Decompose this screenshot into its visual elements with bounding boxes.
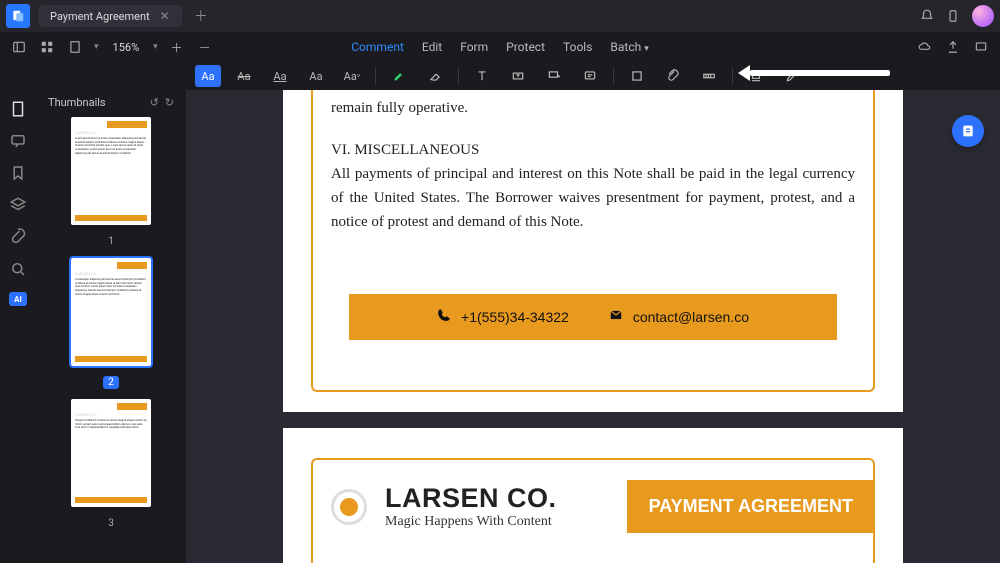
thumbnails-icon[interactable] xyxy=(9,100,27,118)
help-fab[interactable] xyxy=(952,115,984,147)
grid-view-icon[interactable] xyxy=(38,38,56,56)
phone-number: +1(555)34-34322 xyxy=(461,306,569,328)
phone-icon xyxy=(437,306,451,328)
thumb-label: 1 xyxy=(108,236,114,247)
clip-icon[interactable] xyxy=(9,228,27,246)
signature-tool[interactable] xyxy=(779,65,805,87)
avatar[interactable] xyxy=(972,5,994,27)
bell-icon[interactable] xyxy=(916,5,938,27)
title-badge: PAYMENT AGREEMENT xyxy=(627,480,875,533)
page-3: LARSEN CO. Magic Happens With Content PA… xyxy=(283,428,903,563)
contact-footer: +1(555)34-34322 contact@larsen.co xyxy=(349,294,837,340)
thumbnail-panel: Thumbnails ↺ ↻ LARSEN CO.Lorem ipsum dol… xyxy=(36,90,186,563)
app-logo[interactable] xyxy=(6,4,30,28)
company-name: LARSEN CO. xyxy=(385,483,557,514)
note-tool[interactable] xyxy=(577,65,603,87)
eraser-tool[interactable] xyxy=(422,65,448,87)
new-tab-button[interactable]: ＋ xyxy=(194,6,208,26)
main-area: AI Thumbnails ↺ ↻ LARSEN CO.Lorem ipsum … xyxy=(0,90,1000,563)
thumbnails-title: Thumbnails xyxy=(48,96,106,109)
comments-icon[interactable] xyxy=(9,132,27,150)
menu-comment[interactable]: Comment xyxy=(351,40,404,54)
divider xyxy=(375,68,376,84)
mail-icon xyxy=(609,306,623,328)
text-tool[interactable] xyxy=(469,65,495,87)
divider xyxy=(732,68,733,84)
thumb-label: 2 xyxy=(103,376,119,389)
menu-edit[interactable]: Edit xyxy=(422,40,442,54)
cloud-icon[interactable] xyxy=(916,38,934,56)
highlight-tool[interactable]: Aa xyxy=(195,65,221,87)
caret-tool[interactable]: Aa˅ xyxy=(339,65,365,87)
layers-icon[interactable] xyxy=(9,196,27,214)
logo-icon xyxy=(331,489,367,525)
menubar: ▾ 156% ▾ ＋ － Comment Edit Form Protect T… xyxy=(0,32,1000,62)
close-tab-icon[interactable]: ✕ xyxy=(160,9,170,23)
marker-tool[interactable] xyxy=(386,65,412,87)
callout-arrow xyxy=(750,70,890,76)
menu-form[interactable]: Form xyxy=(460,40,488,54)
menu-protect[interactable]: Protect xyxy=(506,40,545,54)
menu-tools[interactable]: Tools xyxy=(563,40,592,54)
thumbnail-3[interactable]: LARSEN CO.Tempor incididunt ut labore et… xyxy=(48,399,174,530)
rotate-cw-icon[interactable]: ↻ xyxy=(165,96,174,109)
callout-tool[interactable] xyxy=(541,65,567,87)
page-fit-icon[interactable] xyxy=(66,38,84,56)
attachment-tool[interactable] xyxy=(660,65,686,87)
dropdown-icon[interactable]: ▾ xyxy=(153,42,158,52)
share-icon[interactable] xyxy=(944,38,962,56)
page-2: remain fully operative. VI. MISCELLANEOU… xyxy=(283,90,903,412)
bookmark-icon[interactable] xyxy=(9,164,27,182)
divider xyxy=(458,68,459,84)
phone-icon[interactable] xyxy=(942,5,964,27)
body-text: remain fully operative. xyxy=(331,96,855,120)
zoom-value: 156% xyxy=(113,41,140,54)
tab-title: Payment Agreement xyxy=(50,10,150,23)
left-rail: AI xyxy=(0,90,36,563)
shape-tool[interactable] xyxy=(624,65,650,87)
zoom-in-button[interactable]: ＋ xyxy=(168,38,186,56)
document-viewer[interactable]: remain fully operative. VI. MISCELLANEOU… xyxy=(186,90,1000,563)
divider xyxy=(613,68,614,84)
zoom-out-button[interactable]: － xyxy=(196,38,214,56)
underline-tool[interactable]: Aa xyxy=(267,65,293,87)
company-tagline: Magic Happens With Content xyxy=(385,514,557,530)
thumbnail-1[interactable]: LARSEN CO.Lorem ipsum dolor sit amet con… xyxy=(48,117,174,248)
search-icon[interactable] xyxy=(9,260,27,278)
squiggly-tool[interactable]: Aa xyxy=(303,65,329,87)
dropdown-icon[interactable]: ▾ xyxy=(94,42,99,52)
toggle-panel-icon[interactable] xyxy=(10,38,28,56)
section-heading: VI. MISCELLANEOUS xyxy=(331,138,855,162)
menu-batch[interactable]: Batch ▾ xyxy=(610,40,648,54)
thumbnail-2[interactable]: LARSEN CO.Consectetur adipiscing elit se… xyxy=(48,258,174,389)
screen-icon[interactable] xyxy=(972,38,990,56)
thumb-label: 3 xyxy=(108,518,114,529)
rotate-ccw-icon[interactable]: ↺ xyxy=(150,96,159,109)
main-menu: Comment Edit Form Protect Tools Batch ▾ xyxy=(351,40,649,54)
body-text: All payments of principal and interest o… xyxy=(331,162,855,234)
comment-toolbar: Aa Aa Aa Aa Aa˅ xyxy=(0,62,1000,90)
email-address: contact@larsen.co xyxy=(633,306,749,328)
document-tab[interactable]: Payment Agreement ✕ xyxy=(38,5,182,27)
titlebar: Payment Agreement ✕ ＋ xyxy=(0,0,1000,32)
company-header: LARSEN CO. Magic Happens With Content PA… xyxy=(331,480,855,533)
ai-icon[interactable]: AI xyxy=(9,292,27,306)
strikethrough-tool[interactable]: Aa xyxy=(231,65,257,87)
measure-tool[interactable] xyxy=(696,65,722,87)
textbox-tool[interactable] xyxy=(505,65,531,87)
